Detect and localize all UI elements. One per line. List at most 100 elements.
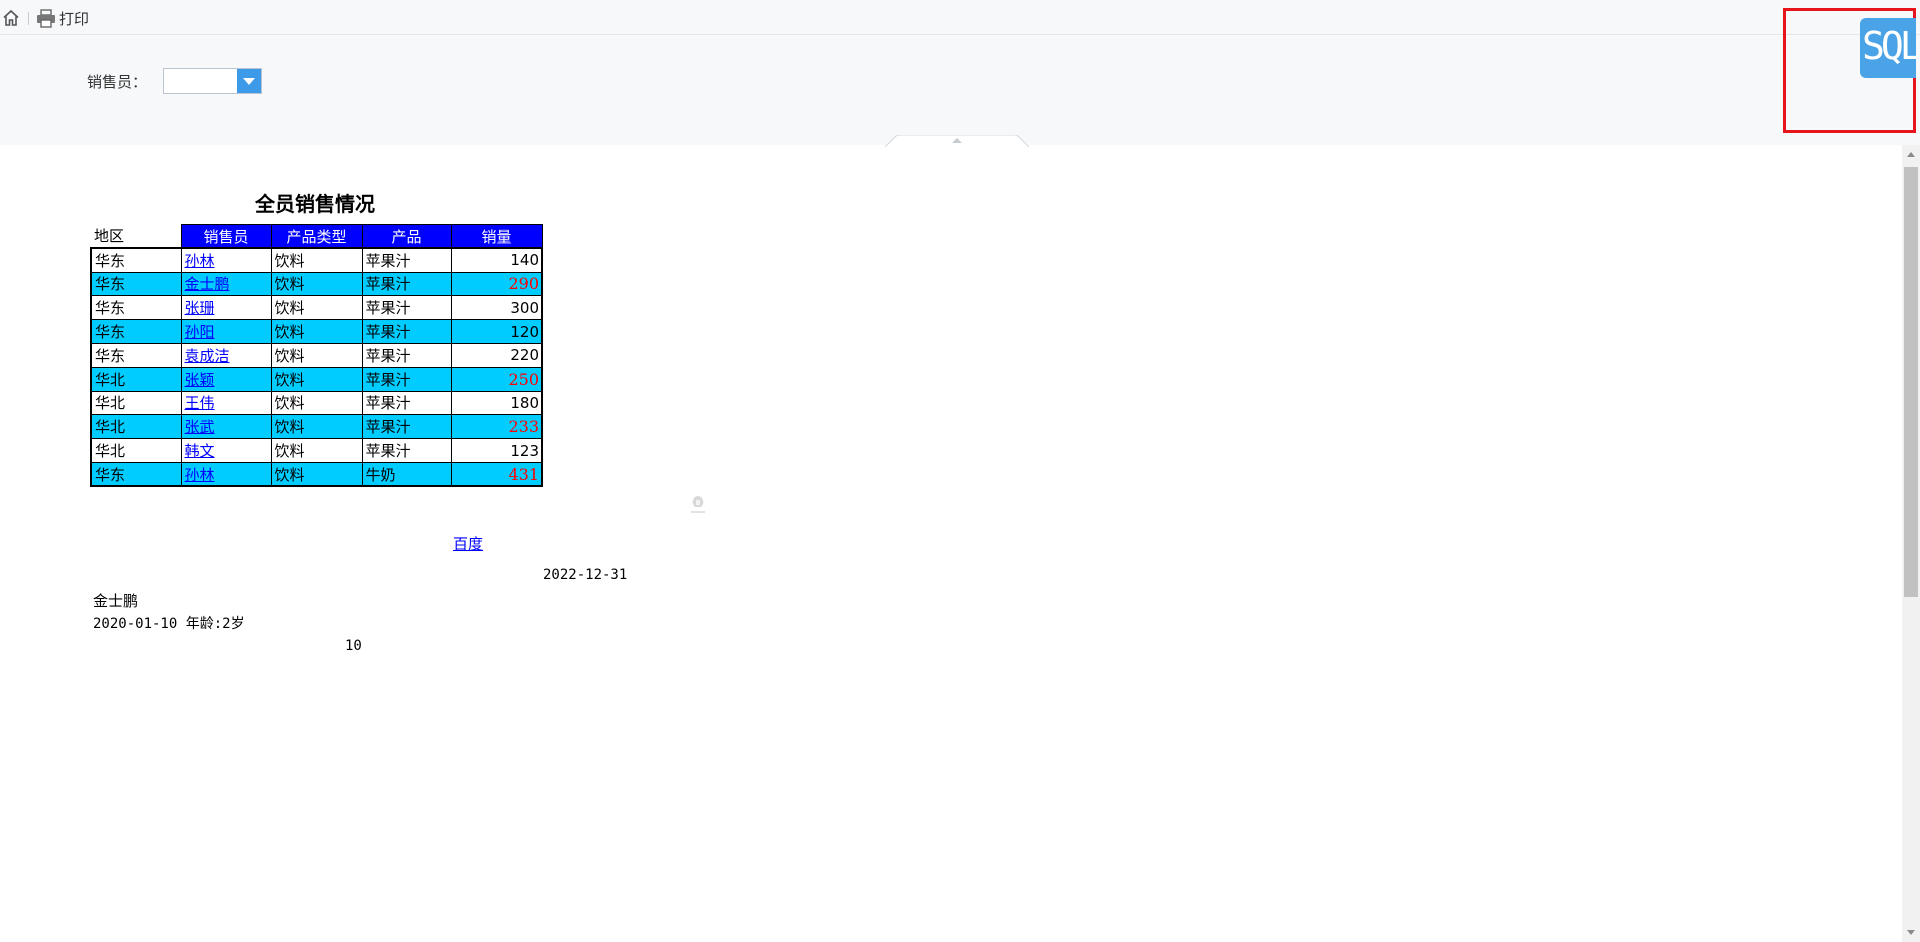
cell-product: 苹果汁 xyxy=(361,342,452,368)
birth-date-age: 2020-01-10 年龄:2岁 xyxy=(93,616,245,632)
cell-product-type: 饮料 xyxy=(270,271,363,297)
baidu-link[interactable]: 百度 xyxy=(453,533,483,554)
cell-product: 苹果汁 xyxy=(361,414,452,440)
cell-sales: 290 xyxy=(450,271,543,297)
salesperson-label: 销售员： xyxy=(87,73,148,91)
cell-region: 华北 xyxy=(90,390,182,416)
table-row: 华东 袁成洁 饮料 苹果汁 220 xyxy=(90,342,543,368)
salesperson-link[interactable]: 孙林 xyxy=(185,252,215,270)
cell-salesperson[interactable]: 金士鹏 xyxy=(180,271,272,297)
chevron-down-icon[interactable] xyxy=(237,69,261,93)
vertical-scrollbar[interactable] xyxy=(1902,145,1920,942)
table-row: 华东 孙林 饮料 牛奶 431 xyxy=(90,461,543,487)
cell-salesperson[interactable]: 韩文 xyxy=(180,438,272,463)
cell-sales: 233 xyxy=(450,414,543,440)
collapse-panel-toggle[interactable] xyxy=(885,135,1029,147)
parameter-panel: 销售员： xyxy=(0,35,1920,145)
scroll-down-arrow-icon[interactable] xyxy=(1902,924,1920,942)
table-row: 华北 张颖 饮料 苹果汁 250 xyxy=(90,366,543,392)
cell-region: 华北 xyxy=(90,366,182,392)
salesperson-link[interactable]: 袁成洁 xyxy=(185,347,230,365)
cell-region: 华北 xyxy=(90,414,182,440)
table-row: 华北 韩文 饮料 苹果汁 123 xyxy=(90,438,543,463)
cell-region: 华东 xyxy=(90,271,182,297)
salesperson-link[interactable]: 韩文 xyxy=(185,442,215,460)
salesperson-link[interactable]: 张颖 xyxy=(185,371,215,389)
cell-region: 华北 xyxy=(90,438,182,463)
column-header-region: 地区 xyxy=(94,227,125,246)
salesperson-link[interactable]: 金士鹏 xyxy=(185,275,230,293)
cell-product-type: 饮料 xyxy=(270,438,363,463)
cell-product-type: 饮料 xyxy=(270,247,363,273)
cell-product-type: 饮料 xyxy=(270,414,363,440)
cell-sales: 123 xyxy=(450,438,543,463)
cell-salesperson[interactable]: 张颖 xyxy=(180,366,272,392)
cell-product: 苹果汁 xyxy=(361,390,452,416)
cell-product: 苹果汁 xyxy=(361,295,452,321)
watermark-logo-icon xyxy=(691,496,705,513)
printer-icon xyxy=(37,8,55,28)
cell-product: 苹果汁 xyxy=(361,438,452,463)
cell-salesperson[interactable]: 张武 xyxy=(180,414,272,440)
table-row: 华东 孙林 饮料 苹果汁 140 xyxy=(90,247,543,273)
cell-salesperson[interactable]: 袁成洁 xyxy=(180,342,272,368)
cell-sales: 140 xyxy=(450,247,543,273)
toolbar-divider xyxy=(28,12,29,25)
toolbar: 打印 xyxy=(0,0,1920,35)
salesperson-select[interactable] xyxy=(163,68,262,94)
scroll-up-arrow-icon[interactable] xyxy=(1902,145,1920,163)
cell-salesperson[interactable]: 王伟 xyxy=(180,390,272,416)
report-title: 全员销售情况 xyxy=(255,192,375,216)
table-row: 华北 张武 饮料 苹果汁 233 xyxy=(90,414,543,440)
column-header-salesperson: 销售员 xyxy=(180,224,272,249)
cell-salesperson[interactable]: 孙林 xyxy=(180,461,272,487)
column-header-product: 产品 xyxy=(361,224,452,249)
record-count: 10 xyxy=(345,638,362,654)
cell-sales: 300 xyxy=(450,295,543,321)
table-header-row: 地区 销售员 产品类型 产品 销量 xyxy=(91,224,543,249)
cell-sales: 220 xyxy=(450,342,543,368)
sales-table: 地区 销售员 产品类型 产品 销量 华东 孙林 饮料 苹果汁 140 华东 金士鹏 饮料 苹果汁… xyxy=(90,224,543,487)
table-row: 华北 王伟 饮料 苹果汁 180 xyxy=(90,390,543,416)
cell-product: 苹果汁 xyxy=(361,366,452,392)
cell-salesperson[interactable]: 孙林 xyxy=(180,247,272,273)
cell-region: 华东 xyxy=(90,295,182,321)
cell-sales: 180 xyxy=(450,390,543,416)
salesperson-link[interactable]: 王伟 xyxy=(185,394,215,412)
cell-product: 牛奶 xyxy=(361,461,452,487)
column-header-sales: 销量 xyxy=(450,224,543,249)
cell-product-type: 饮料 xyxy=(270,461,363,487)
table-row: 华东 金士鹏 饮料 苹果汁 290 xyxy=(90,271,543,297)
salesperson-link[interactable]: 孙阳 xyxy=(185,323,215,341)
home-icon[interactable] xyxy=(2,9,20,27)
print-label: 打印 xyxy=(59,9,90,28)
cell-product-type: 饮料 xyxy=(270,390,363,416)
cell-sales: 250 xyxy=(450,366,543,392)
cell-salesperson[interactable]: 张珊 xyxy=(180,295,272,321)
column-header-product-type: 产品类型 xyxy=(270,224,363,249)
cell-product: 苹果汁 xyxy=(361,319,452,344)
cell-product: 苹果汁 xyxy=(361,271,452,297)
cell-product-type: 饮料 xyxy=(270,342,363,368)
table-row: 华东 张珊 饮料 苹果汁 300 xyxy=(90,295,543,321)
cell-product: 苹果汁 xyxy=(361,247,452,273)
cell-region: 华东 xyxy=(90,342,182,368)
salesperson-link[interactable]: 张珊 xyxy=(185,299,215,317)
cell-product-type: 饮料 xyxy=(270,295,363,321)
scrollbar-thumb[interactable] xyxy=(1904,167,1918,597)
salesperson-link[interactable]: 孙林 xyxy=(185,466,215,484)
cell-region: 华东 xyxy=(90,247,182,273)
sql-button[interactable]: SQL xyxy=(1860,18,1916,78)
cell-region: 华东 xyxy=(90,461,182,487)
cell-sales: 431 xyxy=(450,461,543,487)
cell-salesperson[interactable]: 孙阳 xyxy=(180,319,272,344)
cell-product-type: 饮料 xyxy=(270,319,363,344)
cell-sales: 120 xyxy=(450,319,543,344)
print-button[interactable]: 打印 xyxy=(36,7,89,29)
person-name: 金士鹏 xyxy=(93,592,139,610)
cell-region: 华东 xyxy=(90,319,182,344)
salesperson-link[interactable]: 张武 xyxy=(185,418,215,436)
cell-product-type: 饮料 xyxy=(270,366,363,392)
table-row: 华东 孙阳 饮料 苹果汁 120 xyxy=(90,319,543,344)
report-date: 2022-12-31 xyxy=(543,567,628,583)
